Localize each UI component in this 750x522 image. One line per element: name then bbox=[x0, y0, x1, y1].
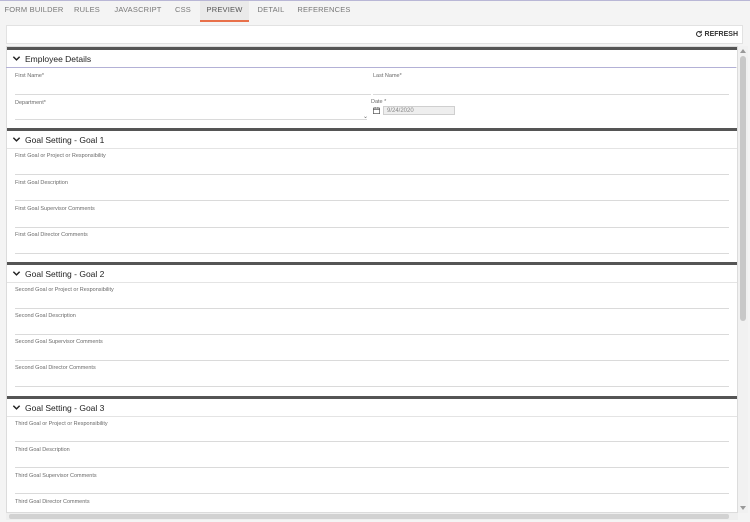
goal3-project-input[interactable] bbox=[15, 441, 729, 442]
tab-references[interactable]: REFERENCES bbox=[296, 1, 352, 20]
goal3-field-label: Third Goal Description bbox=[15, 447, 70, 453]
goal1-field-label: First Goal Description bbox=[15, 180, 68, 186]
chevron-down-icon bbox=[12, 271, 21, 276]
section-goal-1: Goal Setting - Goal 1 First Goal or Proj… bbox=[7, 128, 737, 254]
refresh-label: REFRESH bbox=[704, 30, 738, 38]
tab-form-builder[interactable]: FORM BUILDER bbox=[4, 1, 64, 20]
department-dropdown-arrow[interactable]: ⌄ bbox=[363, 113, 368, 120]
goal1-field-label: First Goal Supervisor Comments bbox=[15, 206, 95, 212]
goal3-supervisor-input[interactable] bbox=[15, 493, 729, 494]
first-name-label: First Name* bbox=[15, 73, 45, 79]
tab-bar: FORM BUILDER RULES JAVASCRIPT CSS PREVIE… bbox=[0, 1, 750, 22]
section-goal-3: Goal Setting - Goal 3 Third Goal or Proj… bbox=[7, 396, 737, 505]
section-header-goal-1[interactable]: Goal Setting - Goal 1 bbox=[7, 131, 737, 149]
tab-css[interactable]: CSS bbox=[170, 1, 196, 20]
last-name-input[interactable] bbox=[373, 94, 729, 95]
section-title: Goal Setting - Goal 1 bbox=[25, 134, 105, 145]
tab-preview[interactable]: PREVIEW bbox=[200, 1, 249, 22]
refresh-button[interactable]: REFRESH bbox=[695, 30, 738, 38]
goal2-supervisor-input[interactable] bbox=[15, 360, 729, 361]
goal1-project-input[interactable] bbox=[15, 174, 729, 175]
section-title: Goal Setting - Goal 2 bbox=[25, 268, 105, 279]
section-header-goal-2[interactable]: Goal Setting - Goal 2 bbox=[7, 265, 737, 283]
tab-detail[interactable]: DETAIL bbox=[254, 1, 288, 20]
goal2-field-label: Second Goal Description bbox=[15, 313, 76, 319]
scroll-up-arrow-icon[interactable] bbox=[740, 49, 746, 53]
goal2-field-label: Second Goal Supervisor Comments bbox=[15, 339, 103, 345]
section-employee-details: Employee Details First Name* Last Name* … bbox=[7, 47, 737, 120]
goal2-description-input[interactable] bbox=[15, 334, 729, 335]
horizontal-scrollbar[interactable] bbox=[6, 513, 738, 520]
section-header-goal-3[interactable]: Goal Setting - Goal 3 bbox=[7, 399, 737, 417]
refresh-icon bbox=[695, 30, 702, 37]
date-label: Date * bbox=[371, 99, 387, 105]
goal1-director-input[interactable] bbox=[15, 253, 729, 254]
goal3-field-label: Third Goal Supervisor Comments bbox=[15, 473, 97, 479]
section-title: Employee Details bbox=[25, 53, 92, 64]
chevron-down-icon bbox=[12, 405, 21, 410]
calendar-icon[interactable] bbox=[373, 107, 380, 114]
goal2-field-label: Second Goal Director Comments bbox=[15, 365, 96, 371]
department-select[interactable] bbox=[15, 119, 367, 120]
section-goal-2: Goal Setting - Goal 2 Second Goal or Pro… bbox=[7, 262, 737, 387]
goal1-field-label: First Goal or Project or Responsibility bbox=[15, 153, 106, 159]
preview-toolbar: REFRESH bbox=[6, 25, 743, 44]
goal3-field-label: Third Goal or Project or Responsibility bbox=[15, 421, 108, 427]
last-name-label: Last Name* bbox=[373, 73, 402, 79]
form-preview: Employee Details First Name* Last Name* … bbox=[6, 46, 738, 513]
goal3-description-input[interactable] bbox=[15, 467, 729, 468]
horizontal-scrollbar-thumb[interactable] bbox=[9, 514, 729, 519]
goal2-director-input[interactable] bbox=[15, 386, 729, 387]
goal1-description-input[interactable] bbox=[15, 200, 729, 201]
guide-line bbox=[6, 67, 736, 68]
first-name-input[interactable] bbox=[15, 94, 371, 95]
goal1-supervisor-input[interactable] bbox=[15, 227, 729, 228]
date-input[interactable]: 9/24/2020 bbox=[383, 106, 455, 115]
section-header-employee[interactable]: Employee Details bbox=[7, 50, 737, 68]
department-label: Department* bbox=[15, 100, 46, 106]
vertical-scrollbar[interactable] bbox=[738, 46, 748, 513]
goal1-field-label: First Goal Director Comments bbox=[15, 232, 88, 238]
scrollbar-thumb[interactable] bbox=[740, 56, 746, 321]
tab-javascript[interactable]: JAVASCRIPT bbox=[112, 1, 164, 20]
goal2-project-input[interactable] bbox=[15, 308, 729, 309]
chevron-down-icon bbox=[12, 137, 21, 142]
tab-rules[interactable]: RULES bbox=[70, 1, 104, 20]
goal2-field-label: Second Goal or Project or Responsibility bbox=[15, 287, 114, 293]
section-title: Goal Setting - Goal 3 bbox=[25, 402, 105, 413]
chevron-down-icon bbox=[12, 56, 21, 61]
goal3-field-label: Third Goal Director Comments bbox=[15, 499, 90, 505]
scroll-down-arrow-icon[interactable] bbox=[740, 506, 746, 510]
